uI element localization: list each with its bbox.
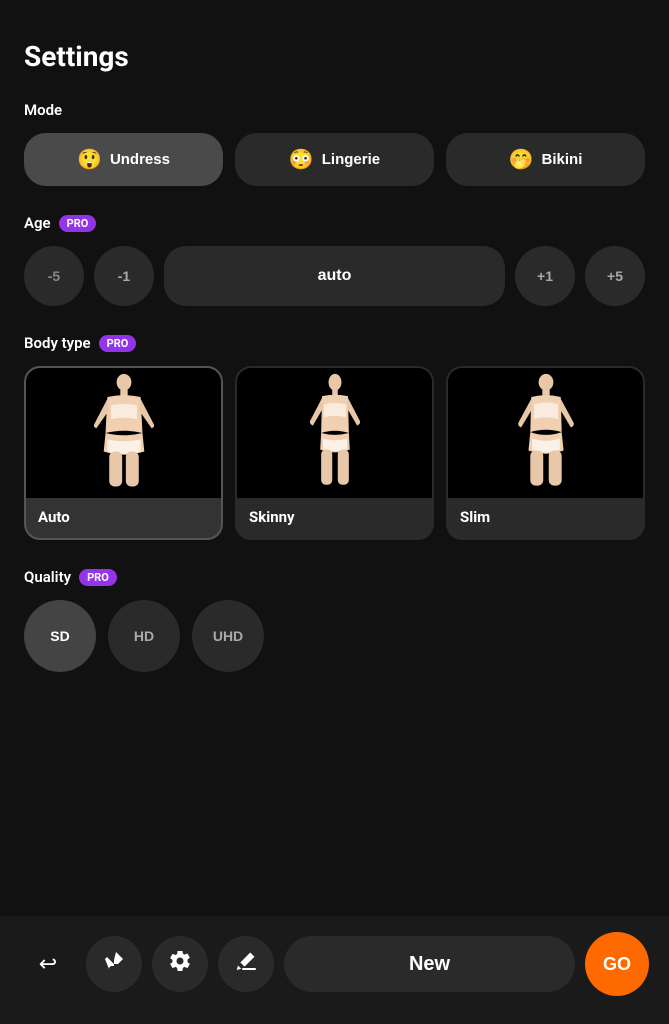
quality-uhd-btn[interactable]: UHD bbox=[192, 600, 264, 672]
body-slim-image bbox=[448, 368, 643, 498]
body-type-row: Auto bbox=[24, 366, 645, 540]
body-type-auto-card[interactable]: Auto bbox=[24, 366, 223, 540]
quality-section: Quality PRO SD HD UHD bbox=[24, 568, 645, 672]
bottom-spacer bbox=[24, 700, 645, 800]
mode-btn-lingerie[interactable]: 😳 Lingerie bbox=[235, 133, 434, 186]
page-title: Settings bbox=[24, 40, 645, 73]
brush-button[interactable] bbox=[86, 936, 142, 992]
age-section-label: Age PRO bbox=[24, 214, 645, 232]
undress-label: Undress bbox=[110, 151, 170, 168]
brush-icon bbox=[102, 949, 126, 979]
eraser-button[interactable] bbox=[218, 936, 274, 992]
quality-sd-btn[interactable]: SD bbox=[24, 600, 96, 672]
quality-hd-btn[interactable]: HD bbox=[108, 600, 180, 672]
settings-icon bbox=[168, 949, 192, 979]
age-auto-btn[interactable]: auto bbox=[164, 246, 505, 306]
back-button[interactable]: ↩ bbox=[20, 936, 76, 992]
body-type-pro-badge: PRO bbox=[99, 335, 137, 352]
quality-row: SD HD UHD bbox=[24, 600, 645, 672]
body-auto-label: Auto bbox=[26, 498, 221, 538]
body-type-label: Body type PRO bbox=[24, 334, 645, 352]
age-minus5-btn[interactable]: -5 bbox=[24, 246, 84, 306]
lingerie-emoji: 😳 bbox=[289, 147, 314, 172]
age-plus5-btn[interactable]: +5 bbox=[585, 246, 645, 306]
age-row: -5 -1 auto +1 +5 bbox=[24, 246, 645, 306]
body-auto-image bbox=[26, 368, 221, 498]
bikini-label: Bikini bbox=[542, 151, 583, 168]
mode-section-label: Mode bbox=[24, 101, 645, 119]
body-skinny-image bbox=[237, 368, 432, 498]
age-minus1-btn[interactable]: -1 bbox=[94, 246, 154, 306]
lingerie-label: Lingerie bbox=[322, 151, 380, 168]
body-slim-label: Slim bbox=[448, 498, 643, 538]
back-icon: ↩ bbox=[39, 951, 57, 977]
bikini-emoji: 🤭 bbox=[509, 147, 534, 172]
eraser-icon bbox=[234, 949, 258, 979]
settings-page: Settings Mode 😲 Undress 😳 Lingerie 🤭 Bik… bbox=[0, 0, 669, 820]
quality-section-label: Quality PRO bbox=[24, 568, 645, 586]
go-label: GO bbox=[603, 954, 631, 975]
body-type-skinny-card[interactable]: Skinny bbox=[235, 366, 434, 540]
body-skinny-label: Skinny bbox=[237, 498, 432, 538]
age-plus1-btn[interactable]: +1 bbox=[515, 246, 575, 306]
age-pro-badge: PRO bbox=[59, 215, 97, 232]
go-button[interactable]: GO bbox=[585, 932, 649, 996]
mode-btn-undress[interactable]: 😲 Undress bbox=[24, 133, 223, 186]
new-label: New bbox=[409, 953, 450, 976]
age-section: Age PRO -5 -1 auto +1 +5 bbox=[24, 214, 645, 306]
mode-btn-bikini[interactable]: 🤭 Bikini bbox=[446, 133, 645, 186]
bottom-toolbar: ↩ New GO bbox=[0, 916, 669, 1024]
mode-row: 😲 Undress 😳 Lingerie 🤭 Bikini bbox=[24, 133, 645, 186]
quality-pro-badge: PRO bbox=[79, 569, 117, 586]
body-type-slim-card[interactable]: Slim bbox=[446, 366, 645, 540]
settings-button[interactable] bbox=[152, 936, 208, 992]
body-type-section: Body type PRO bbox=[24, 334, 645, 540]
new-button[interactable]: New bbox=[284, 936, 575, 992]
undress-emoji: 😲 bbox=[77, 147, 102, 172]
